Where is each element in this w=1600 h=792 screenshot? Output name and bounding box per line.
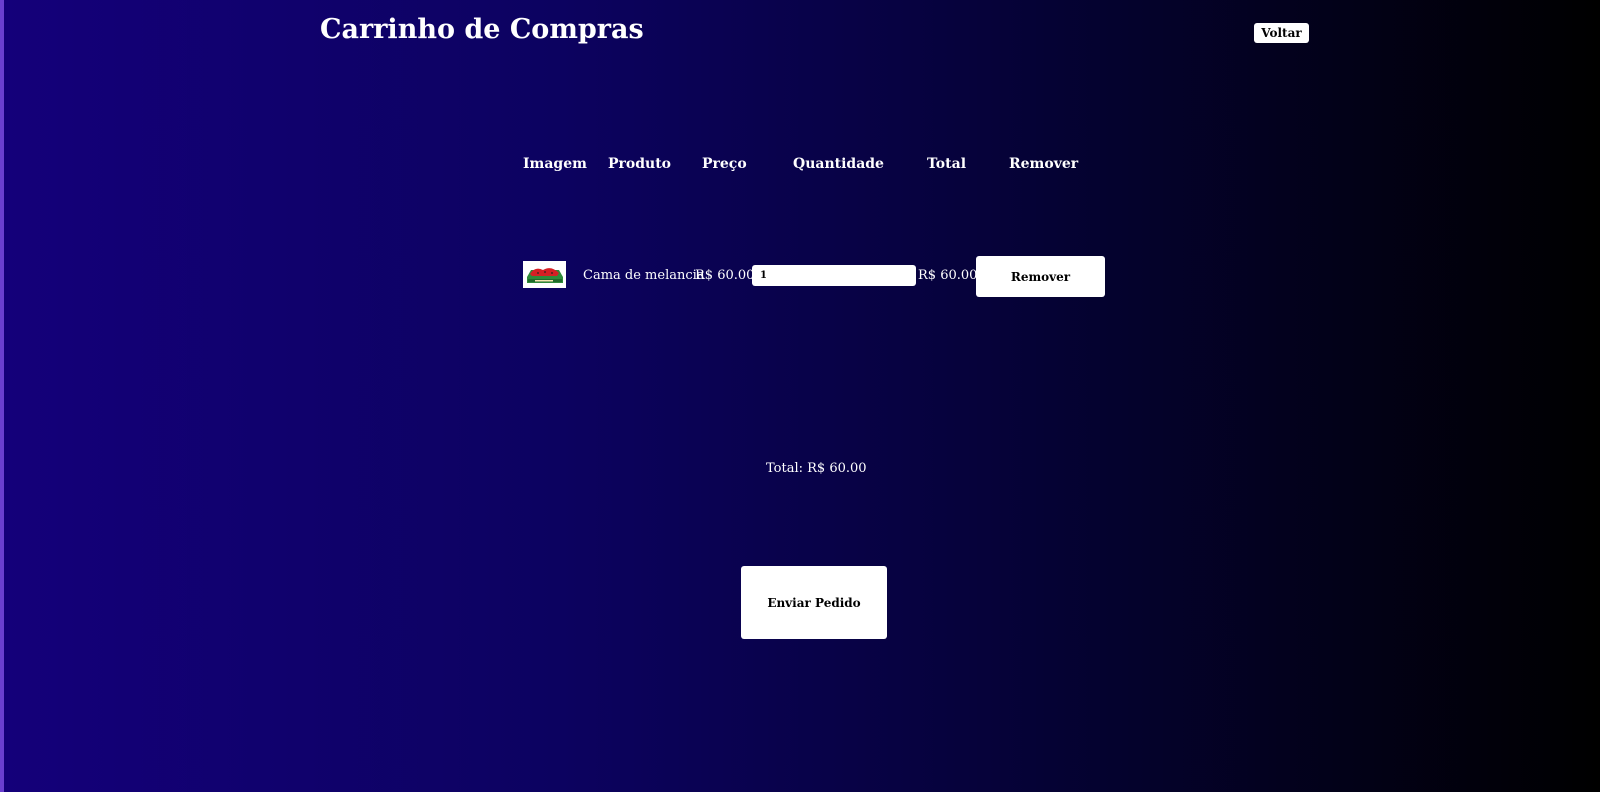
back-button[interactable]: Voltar: [1254, 23, 1309, 43]
column-header-product: Produto: [608, 156, 672, 172]
left-edge-accent: [0, 0, 4, 792]
quantity-input[interactable]: [752, 265, 916, 286]
row-total: R$ 60.00: [918, 268, 978, 283]
product-name: Cama de melancia: [583, 268, 705, 283]
submit-order-button[interactable]: Enviar Pedido: [741, 566, 887, 639]
column-header-total: Total: [927, 156, 967, 172]
product-price: R$ 60.00: [695, 268, 755, 283]
column-header-quantity: Quantidade: [793, 156, 884, 172]
page-title: Carrinho de Compras: [320, 14, 644, 45]
watermelon-bed-image: [523, 261, 566, 288]
product-image: [523, 261, 566, 288]
cart-total: Total: R$ 60.00: [766, 461, 867, 476]
remove-button[interactable]: Remover: [976, 256, 1105, 297]
column-header-price: Preço: [702, 156, 747, 172]
column-header-image: Imagem: [523, 156, 587, 172]
column-header-remove: Remover: [1009, 156, 1079, 172]
